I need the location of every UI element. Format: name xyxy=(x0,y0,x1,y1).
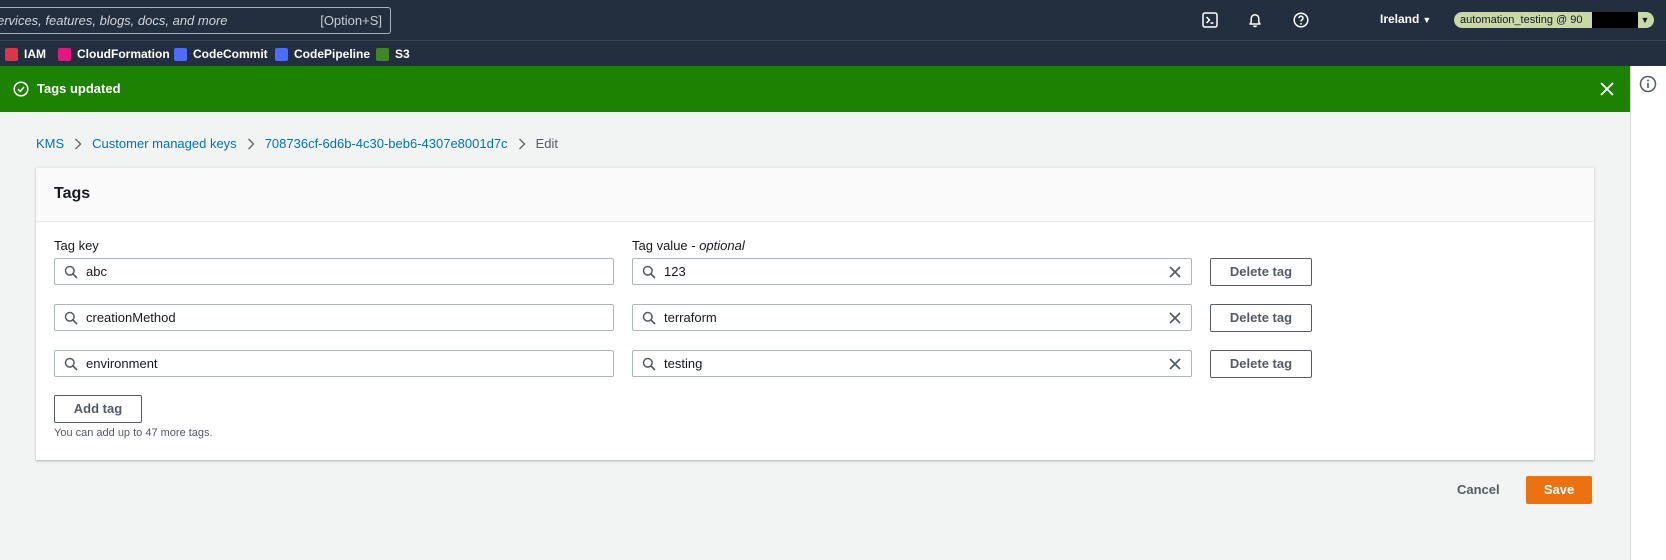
tag-key-input[interactable]: abc xyxy=(54,258,614,285)
redacted-account-id xyxy=(1592,12,1638,28)
search-icon xyxy=(642,265,656,279)
tag-limit-hint: You can add up to 47 more tags. xyxy=(54,427,213,439)
flash-message: Tags updated xyxy=(37,81,121,96)
tag-value-value: testing xyxy=(664,356,703,371)
caret-down-icon: ▼ xyxy=(1638,13,1652,27)
chevron-right-icon xyxy=(247,137,255,150)
panel-title: Tags xyxy=(54,185,91,202)
s3-service-icon xyxy=(376,47,389,61)
save-button[interactable]: Save xyxy=(1526,476,1592,504)
tag-value-input[interactable]: terraform xyxy=(632,304,1192,331)
cancel-button[interactable]: Cancel xyxy=(1457,482,1500,497)
tag-value-input[interactable]: testing xyxy=(632,350,1192,377)
clear-icon[interactable] xyxy=(1168,311,1182,325)
breadcrumb-customer-managed-keys[interactable]: Customer managed keys xyxy=(92,136,237,151)
favorite-s3[interactable]: S3 xyxy=(376,45,410,63)
tag-key-value: abc xyxy=(86,264,107,279)
favorite-label: CloudFormation xyxy=(77,47,170,61)
search-placeholder: ervices, features, blogs, docs, and more xyxy=(0,13,228,28)
search-icon xyxy=(642,311,656,325)
delete-tag-button[interactable]: Delete tag xyxy=(1210,304,1312,332)
region-selector[interactable]: Ireland ▼ xyxy=(1380,12,1431,26)
info-icon[interactable] xyxy=(1639,75,1657,93)
cloudshell-icon[interactable] xyxy=(1199,9,1221,31)
cloudformation-service-icon xyxy=(58,47,71,61)
favorite-label: CodeCommit xyxy=(193,47,268,61)
tag-key-input[interactable]: creationMethod xyxy=(54,304,614,331)
success-flashbar: Tags updated xyxy=(0,66,1630,112)
caret-down-icon: ▼ xyxy=(1422,15,1432,25)
favorite-codepipeline[interactable]: CodePipeline xyxy=(275,45,370,63)
tag-value-label-text: Tag value - xyxy=(632,238,700,253)
favorite-iam[interactable]: IAM xyxy=(5,45,46,63)
chevron-right-icon xyxy=(74,137,82,150)
optional-label: optional xyxy=(699,238,745,253)
codepipeline-service-icon xyxy=(275,47,288,61)
search-input[interactable]: ervices, features, blogs, docs, and more… xyxy=(0,7,391,34)
favorite-cloudformation[interactable]: CloudFormation xyxy=(58,45,170,63)
tag-value-input[interactable]: 123 xyxy=(632,258,1192,285)
tag-value-label: Tag value - optional xyxy=(632,238,745,253)
chevron-right-icon xyxy=(518,137,526,150)
breadcrumb: KMS Customer managed keys 708736cf-6d6b-… xyxy=(36,136,558,151)
search-icon xyxy=(64,311,78,325)
account-label: automation_testing @ 90 xyxy=(1460,14,1583,26)
favorites-bar: IAM CloudFormation CodeCommit CodePipeli… xyxy=(0,40,1666,66)
search-icon xyxy=(64,357,78,371)
delete-tag-button[interactable]: Delete tag xyxy=(1210,350,1312,378)
panel-header: Tags xyxy=(36,168,1594,222)
tag-key-value: environment xyxy=(86,356,158,371)
search-icon xyxy=(642,357,656,371)
region-label: Ireland xyxy=(1380,12,1420,26)
tools-rail xyxy=(1630,66,1666,560)
notifications-bell-icon[interactable] xyxy=(1244,9,1266,31)
add-tag-button[interactable]: Add tag xyxy=(54,395,142,423)
tag-key-label: Tag key xyxy=(54,238,99,253)
tag-key-value: creationMethod xyxy=(86,310,176,325)
codecommit-service-icon xyxy=(174,47,187,61)
breadcrumb-key-id[interactable]: 708736cf-6d6b-4c30-beb6-4307e8001d7c xyxy=(265,136,508,151)
account-menu[interactable]: automation_testing @ 90 ▼ xyxy=(1454,12,1654,28)
delete-tag-button[interactable]: Delete tag xyxy=(1210,258,1312,286)
clear-icon[interactable] xyxy=(1168,265,1182,279)
search-shortcut: [Option+S] xyxy=(320,13,382,28)
tag-value-value: 123 xyxy=(664,264,686,279)
favorite-label: S3 xyxy=(395,47,410,61)
help-icon[interactable] xyxy=(1290,9,1312,31)
breadcrumb-kms[interactable]: KMS xyxy=(36,136,64,151)
favorite-codecommit[interactable]: CodeCommit xyxy=(174,45,268,63)
iam-service-icon xyxy=(5,47,18,61)
tag-value-value: terraform xyxy=(664,310,717,325)
success-check-icon xyxy=(13,81,29,97)
search-icon xyxy=(64,265,78,279)
favorite-label: CodePipeline xyxy=(294,47,371,61)
clear-icon[interactable] xyxy=(1168,357,1182,371)
tag-key-input[interactable]: environment xyxy=(54,350,614,377)
breadcrumb-current: Edit xyxy=(535,136,558,151)
top-nav: ervices, features, blogs, docs, and more… xyxy=(0,0,1666,40)
favorite-label: IAM xyxy=(24,47,46,61)
close-icon[interactable] xyxy=(1597,79,1617,99)
